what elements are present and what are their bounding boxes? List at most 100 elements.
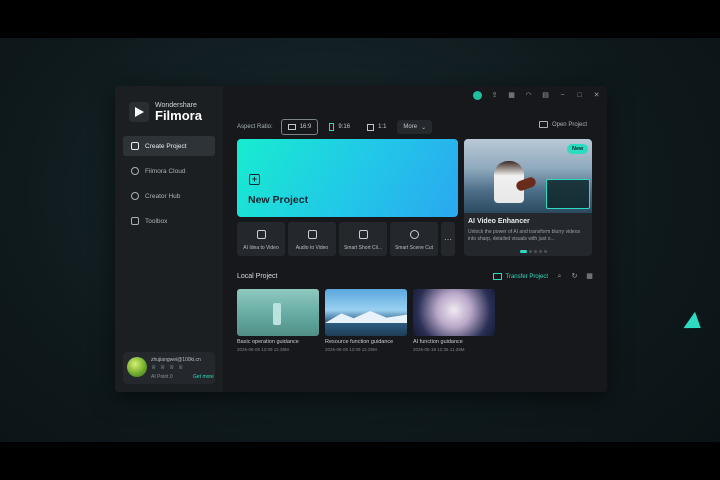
title-bar-controls: ⇪ ▦ ◠ ▤ − □ ✕ <box>465 91 601 100</box>
landscape-icon <box>287 124 296 130</box>
project-card[interactable]: Basic operation guidance 2025-06-05 12:0… <box>237 289 319 352</box>
tool-label: Audio to Video <box>295 245 329 251</box>
avatar[interactable] <box>127 357 147 377</box>
headset-icon[interactable]: ◠ <box>524 91 533 100</box>
tool-audio-to-video[interactable]: Audio to Video <box>288 222 336 256</box>
new-project-card[interactable]: + New Project <box>237 139 458 217</box>
carousel-dot[interactable] <box>539 250 542 253</box>
search-icon[interactable]: ⌕ <box>556 273 563 280</box>
cloud-icon <box>131 167 139 175</box>
sidebar-item-label: Create Project <box>145 142 187 150</box>
project-name: Resource function guidance <box>325 339 394 345</box>
clipboard-icon[interactable]: ▤ <box>541 91 550 100</box>
main-panel: ⇪ ▦ ◠ ▤ − □ ✕ Aspect Ratio: 16:9 9:16 1:… <box>223 86 607 392</box>
membership-icons: ♕ ♕ ♕ ♕ <box>151 365 185 371</box>
grid-view-icon[interactable]: ▦ <box>586 273 593 280</box>
enhancer-preview-panel <box>546 179 590 209</box>
letterbox-top <box>0 0 720 38</box>
short-clip-icon <box>359 230 368 239</box>
sidebar-item-label: Filmora Cloud <box>145 167 186 175</box>
get-more-link[interactable]: Get more <box>193 374 214 380</box>
account-email: zhujiangwei@100ki.cn <box>151 357 201 363</box>
sidebar: Wondershare Filmora Create Project Filmo… <box>115 86 223 392</box>
maximize-icon[interactable]: □ <box>575 91 584 100</box>
project-card[interactable]: Resource function guidance 2025-06-05 12… <box>325 289 407 352</box>
tool-label: Smart Scene Cut <box>394 245 434 251</box>
tool-label: Smart Short Cli... <box>343 245 383 251</box>
transfer-icon <box>492 273 502 280</box>
feature-banner[interactable]: New AI Video Enhancer Unlock the power o… <box>464 139 592 256</box>
minimize-icon[interactable]: − <box>558 91 567 100</box>
filmora-logo-icon <box>129 102 149 122</box>
ratio-16-9-button[interactable]: 16:9 <box>280 119 319 135</box>
project-thumbnail[interactable] <box>413 289 495 336</box>
ratio-1-1-button[interactable]: 1:1 <box>361 120 392 134</box>
new-project-label: New Project <box>248 194 309 206</box>
portrait-icon <box>329 123 335 131</box>
ratio-label: 16:9 <box>299 124 312 130</box>
brand-name: Filmora <box>155 108 202 123</box>
carousel-dot[interactable] <box>534 250 537 253</box>
open-project-label: Open Project <box>551 121 587 128</box>
audio-video-icon <box>308 230 317 239</box>
filmora-window: Wondershare Filmora Create Project Filmo… <box>115 86 607 392</box>
app-logo: Wondershare Filmora <box>129 102 202 122</box>
chevron-down-icon: ⌄ <box>421 124 427 131</box>
project-meta: 2025-06-05 12:09 12.29M <box>325 347 377 352</box>
sidebar-item-label: Creator Hub <box>145 192 181 200</box>
sidebar-nav: Create Project Filmora Cloud Creator Hub… <box>123 136 215 236</box>
more-label: More <box>403 124 418 130</box>
folder-plus-icon <box>131 142 139 150</box>
letterbox-bottom <box>0 442 720 480</box>
grid-icon[interactable]: ▦ <box>507 91 516 100</box>
ratio-label: 1:1 <box>378 124 387 130</box>
open-project-button[interactable]: Open Project <box>538 121 587 128</box>
upload-icon[interactable]: ⇪ <box>490 91 499 100</box>
project-meta: 2025-05-19 12:36 11.28M <box>413 347 465 352</box>
aspect-ratio-bar: Aspect Ratio: 16:9 9:16 1:1 More ⌄ <box>237 119 437 135</box>
close-icon[interactable]: ✕ <box>592 91 601 100</box>
project-thumbnail[interactable] <box>237 289 319 336</box>
sidebar-item-create-project[interactable]: Create Project <box>123 136 215 156</box>
carousel-dots <box>520 250 549 253</box>
carousel-dot[interactable] <box>529 250 532 253</box>
local-project-title: Local Project <box>237 273 278 280</box>
transfer-project-button[interactable]: Transfer Project <box>506 274 548 280</box>
more-ratios-dropdown[interactable]: More ⌄ <box>397 120 433 134</box>
ai-point-count: AI Point 0 <box>151 374 173 380</box>
project-thumbnail[interactable] <box>325 289 407 336</box>
refresh-icon[interactable]: ↻ <box>571 273 578 280</box>
carousel-dot[interactable] <box>520 250 527 253</box>
plus-icon: + <box>249 174 260 185</box>
ratio-label: 9:16 <box>338 124 351 130</box>
sidebar-item-creator-hub[interactable]: Creator Hub <box>123 186 215 206</box>
tool-label: AI Idea to Video <box>243 245 279 251</box>
ai-video-icon <box>257 230 266 239</box>
quick-tools: AI Idea to Video Audio to Video Smart Sh… <box>237 222 458 256</box>
sidebar-item-toolbox[interactable]: Toolbox <box>123 211 215 231</box>
feature-title: AI Video Enhancer <box>468 218 530 225</box>
project-name: Basic operation guidance <box>237 339 299 345</box>
feature-image: New <box>464 139 592 213</box>
project-card[interactable]: AI function guidance 2025-05-19 12:36 11… <box>413 289 495 352</box>
sidebar-item-filmora-cloud[interactable]: Filmora Cloud <box>123 161 215 181</box>
carousel-dot[interactable] <box>544 250 547 253</box>
local-project-actions: Transfer Project ⌕ ↻ ▦ <box>492 273 593 280</box>
square-icon <box>367 123 375 131</box>
sidebar-item-label: Toolbox <box>145 217 168 225</box>
more-tools-button[interactable]: ⋯ <box>441 222 455 256</box>
aspect-ratio-label: Aspect Ratio: <box>237 124 273 130</box>
tool-ai-idea-to-video[interactable]: AI Idea to Video <box>237 222 285 256</box>
scene-cut-icon <box>410 230 419 239</box>
mouse-cursor-icon <box>683 311 707 337</box>
toolbox-icon <box>131 217 139 225</box>
account-card[interactable]: zhujiangwei@100ki.cn ♕ ♕ ♕ ♕ AI Point 0 … <box>123 352 215 384</box>
cloud-status-icon[interactable] <box>473 91 482 100</box>
project-list: Basic operation guidance 2025-06-05 12:0… <box>237 289 501 352</box>
tool-smart-scene-cut[interactable]: Smart Scene Cut <box>390 222 438 256</box>
feature-description: Unlock the power of AI and transform blu… <box>468 229 580 242</box>
new-badge: New <box>567 144 589 154</box>
ratio-9-16-button[interactable]: 9:16 <box>323 120 356 134</box>
bulb-icon <box>131 192 139 200</box>
tool-smart-short-clips[interactable]: Smart Short Cli... <box>339 222 387 256</box>
